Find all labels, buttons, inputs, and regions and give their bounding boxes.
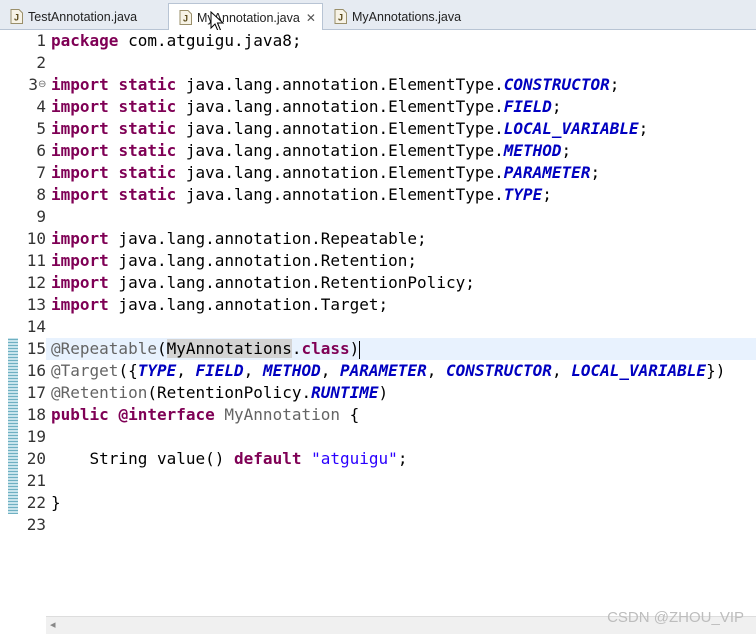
tab-my-annotations[interactable]: J MyAnnotations.java (324, 3, 484, 30)
quick-diff-change-bar (8, 338, 18, 514)
line-number: 23 (26, 515, 46, 534)
code-line-10: import java.lang.annotation.Repeatable; (51, 229, 427, 248)
tab-test-annotation[interactable]: J TestAnnotation.java (0, 3, 165, 30)
line-number: 2 (36, 53, 46, 72)
line-number: 11 (26, 251, 46, 270)
line-number: 20 (26, 449, 46, 468)
code-line-11: import java.lang.annotation.Retention; (51, 251, 418, 270)
line-number: 14 (26, 317, 46, 336)
code-line-5: import static java.lang.annotation.Eleme… (51, 119, 649, 138)
tab-my-annotation[interactable]: J MyAnnotation.java ✕ (168, 3, 323, 31)
line-number: 18 (26, 405, 46, 424)
line-number: 9 (36, 207, 46, 226)
line-number: 10 (26, 229, 46, 248)
java-file-icon: J (334, 9, 347, 24)
code-line-15: @Repeatable(MyAnnotations.class) (51, 339, 361, 359)
line-number: 8 (36, 185, 46, 204)
code-line-18: public @interface MyAnnotation { (51, 405, 360, 424)
line-number: 17 (26, 383, 46, 402)
code-line-13: import java.lang.annotation.Target; (51, 295, 389, 314)
code-line-12: import java.lang.annotation.RetentionPol… (51, 273, 475, 292)
line-number: 1 (36, 31, 46, 50)
line-number: 6 (36, 141, 46, 160)
fold-toggle-icon[interactable]: ⊖ (38, 79, 46, 90)
line-number: 3 (28, 75, 38, 94)
java-file-icon: J (10, 9, 23, 24)
code-editor[interactable]: 1 2 3 ⊖ 4 5 6 7 8 9 10 11 12 13 14 15 16… (0, 30, 756, 616)
code-line-7: import static java.lang.annotation.Eleme… (51, 163, 601, 182)
line-number: 22 (26, 493, 46, 512)
text-caret (359, 340, 361, 359)
tab-label: MyAnnotations.java (352, 9, 462, 24)
watermark: CSDN @ZHOU_VIP (607, 609, 744, 626)
line-number: 4 (36, 97, 46, 116)
line-number: 15 (26, 339, 46, 358)
code-line-22: } (51, 493, 61, 512)
scroll-left-icon[interactable]: ◂ (50, 618, 56, 631)
code-line-16: @Target({TYPE, FIELD, METHOD, PARAMETER,… (51, 361, 726, 380)
svg-text:J: J (338, 13, 343, 23)
java-file-icon: J (179, 10, 192, 25)
line-number: 12 (26, 273, 46, 292)
line-number: 7 (36, 163, 46, 182)
line-number: 5 (36, 119, 46, 138)
svg-text:J: J (14, 13, 19, 23)
code-line-3: import static java.lang.annotation.Eleme… (51, 75, 620, 94)
code-line-4: import static java.lang.annotation.Eleme… (51, 97, 562, 116)
close-icon[interactable]: ✕ (306, 11, 316, 25)
line-number: 13 (26, 295, 46, 314)
tab-label: TestAnnotation.java (28, 9, 138, 24)
editor-tab-bar: J TestAnnotation.java J MyAnnotation.jav… (0, 0, 756, 31)
svg-text:J: J (183, 14, 188, 24)
code-line-17: @Retention(RetentionPolicy.RUNTIME) (51, 383, 389, 402)
line-number: 19 (26, 427, 46, 446)
code-line-6: import static java.lang.annotation.Eleme… (51, 141, 572, 160)
line-number: 16 (26, 361, 46, 380)
code-line-8: import static java.lang.annotation.Eleme… (51, 185, 552, 204)
code-line-20: String value() default "atguigu"; (89, 449, 408, 468)
line-number: 21 (26, 471, 46, 490)
code-line-1: package com.atguigu.java8; (51, 31, 302, 50)
